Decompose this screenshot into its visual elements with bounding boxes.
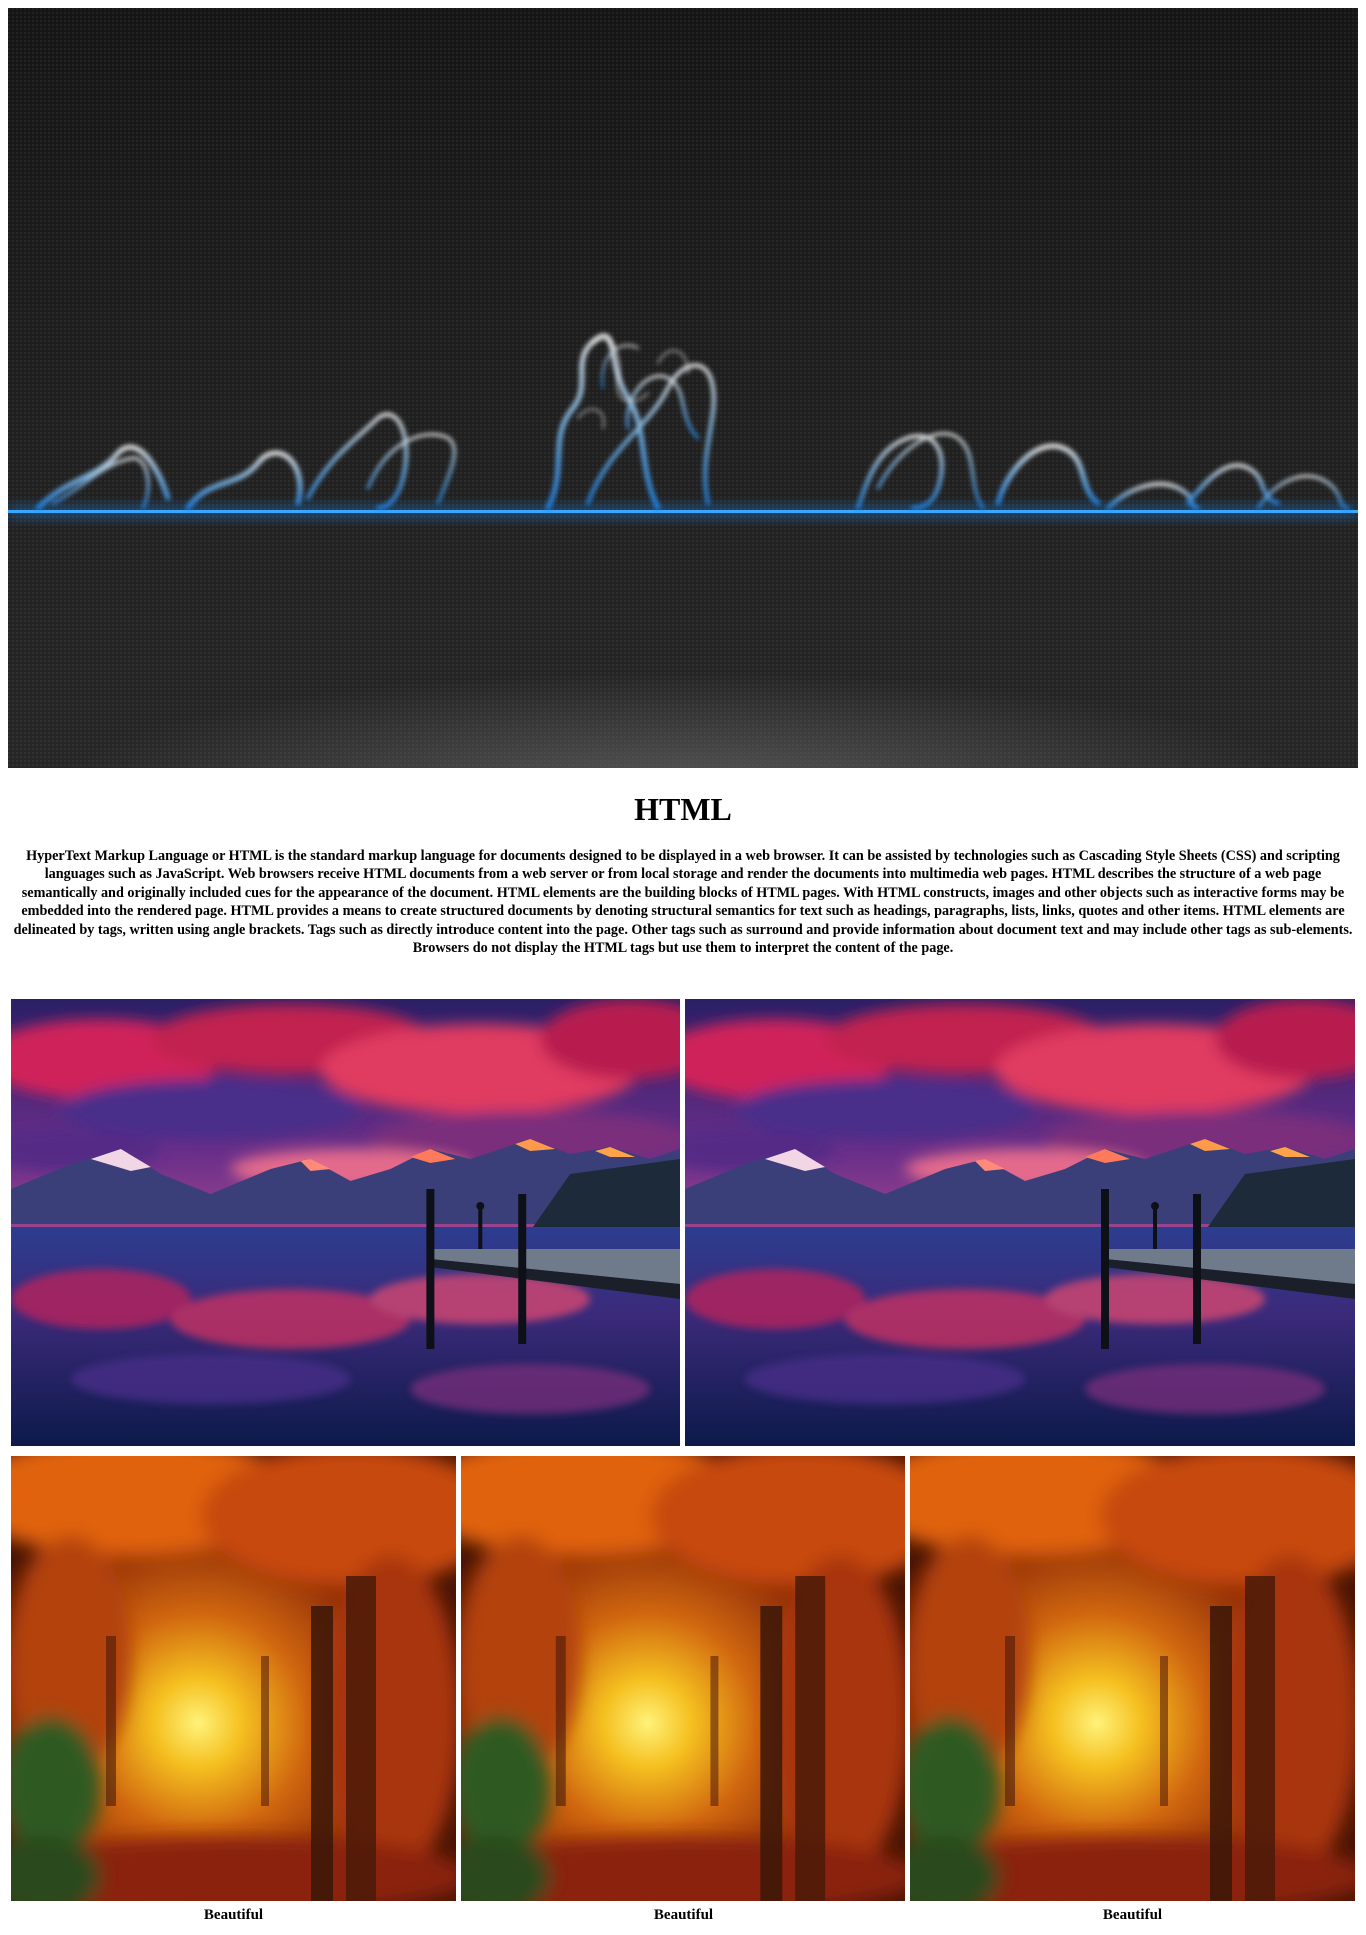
gallery-image-forest-1 [11,1456,456,1901]
gallery-image-lake-2 [685,999,1355,1446]
autumn-forest-image [11,1456,456,1901]
gallery-image-forest-3 [910,1456,1355,1901]
mountain-lake-image [11,999,680,1446]
gallery-image-lake-1 [11,999,680,1446]
hero-banner [8,8,1358,768]
gallery-caption: Beautiful [1102,1907,1163,1923]
gallery-caption: Beautiful [203,1907,264,1923]
blue-smoke-graphic [8,333,1358,519]
gallery-image-forest-2 [461,1456,905,1901]
page-title: HTML [634,791,732,827]
article-description: HyperText Markup Language or HTML is the… [13,848,1353,957]
mountain-lake-image [685,999,1355,1446]
autumn-forest-image [910,1456,1355,1901]
autumn-forest-image [461,1456,905,1901]
gallery-caption: Beautiful [653,1907,714,1923]
